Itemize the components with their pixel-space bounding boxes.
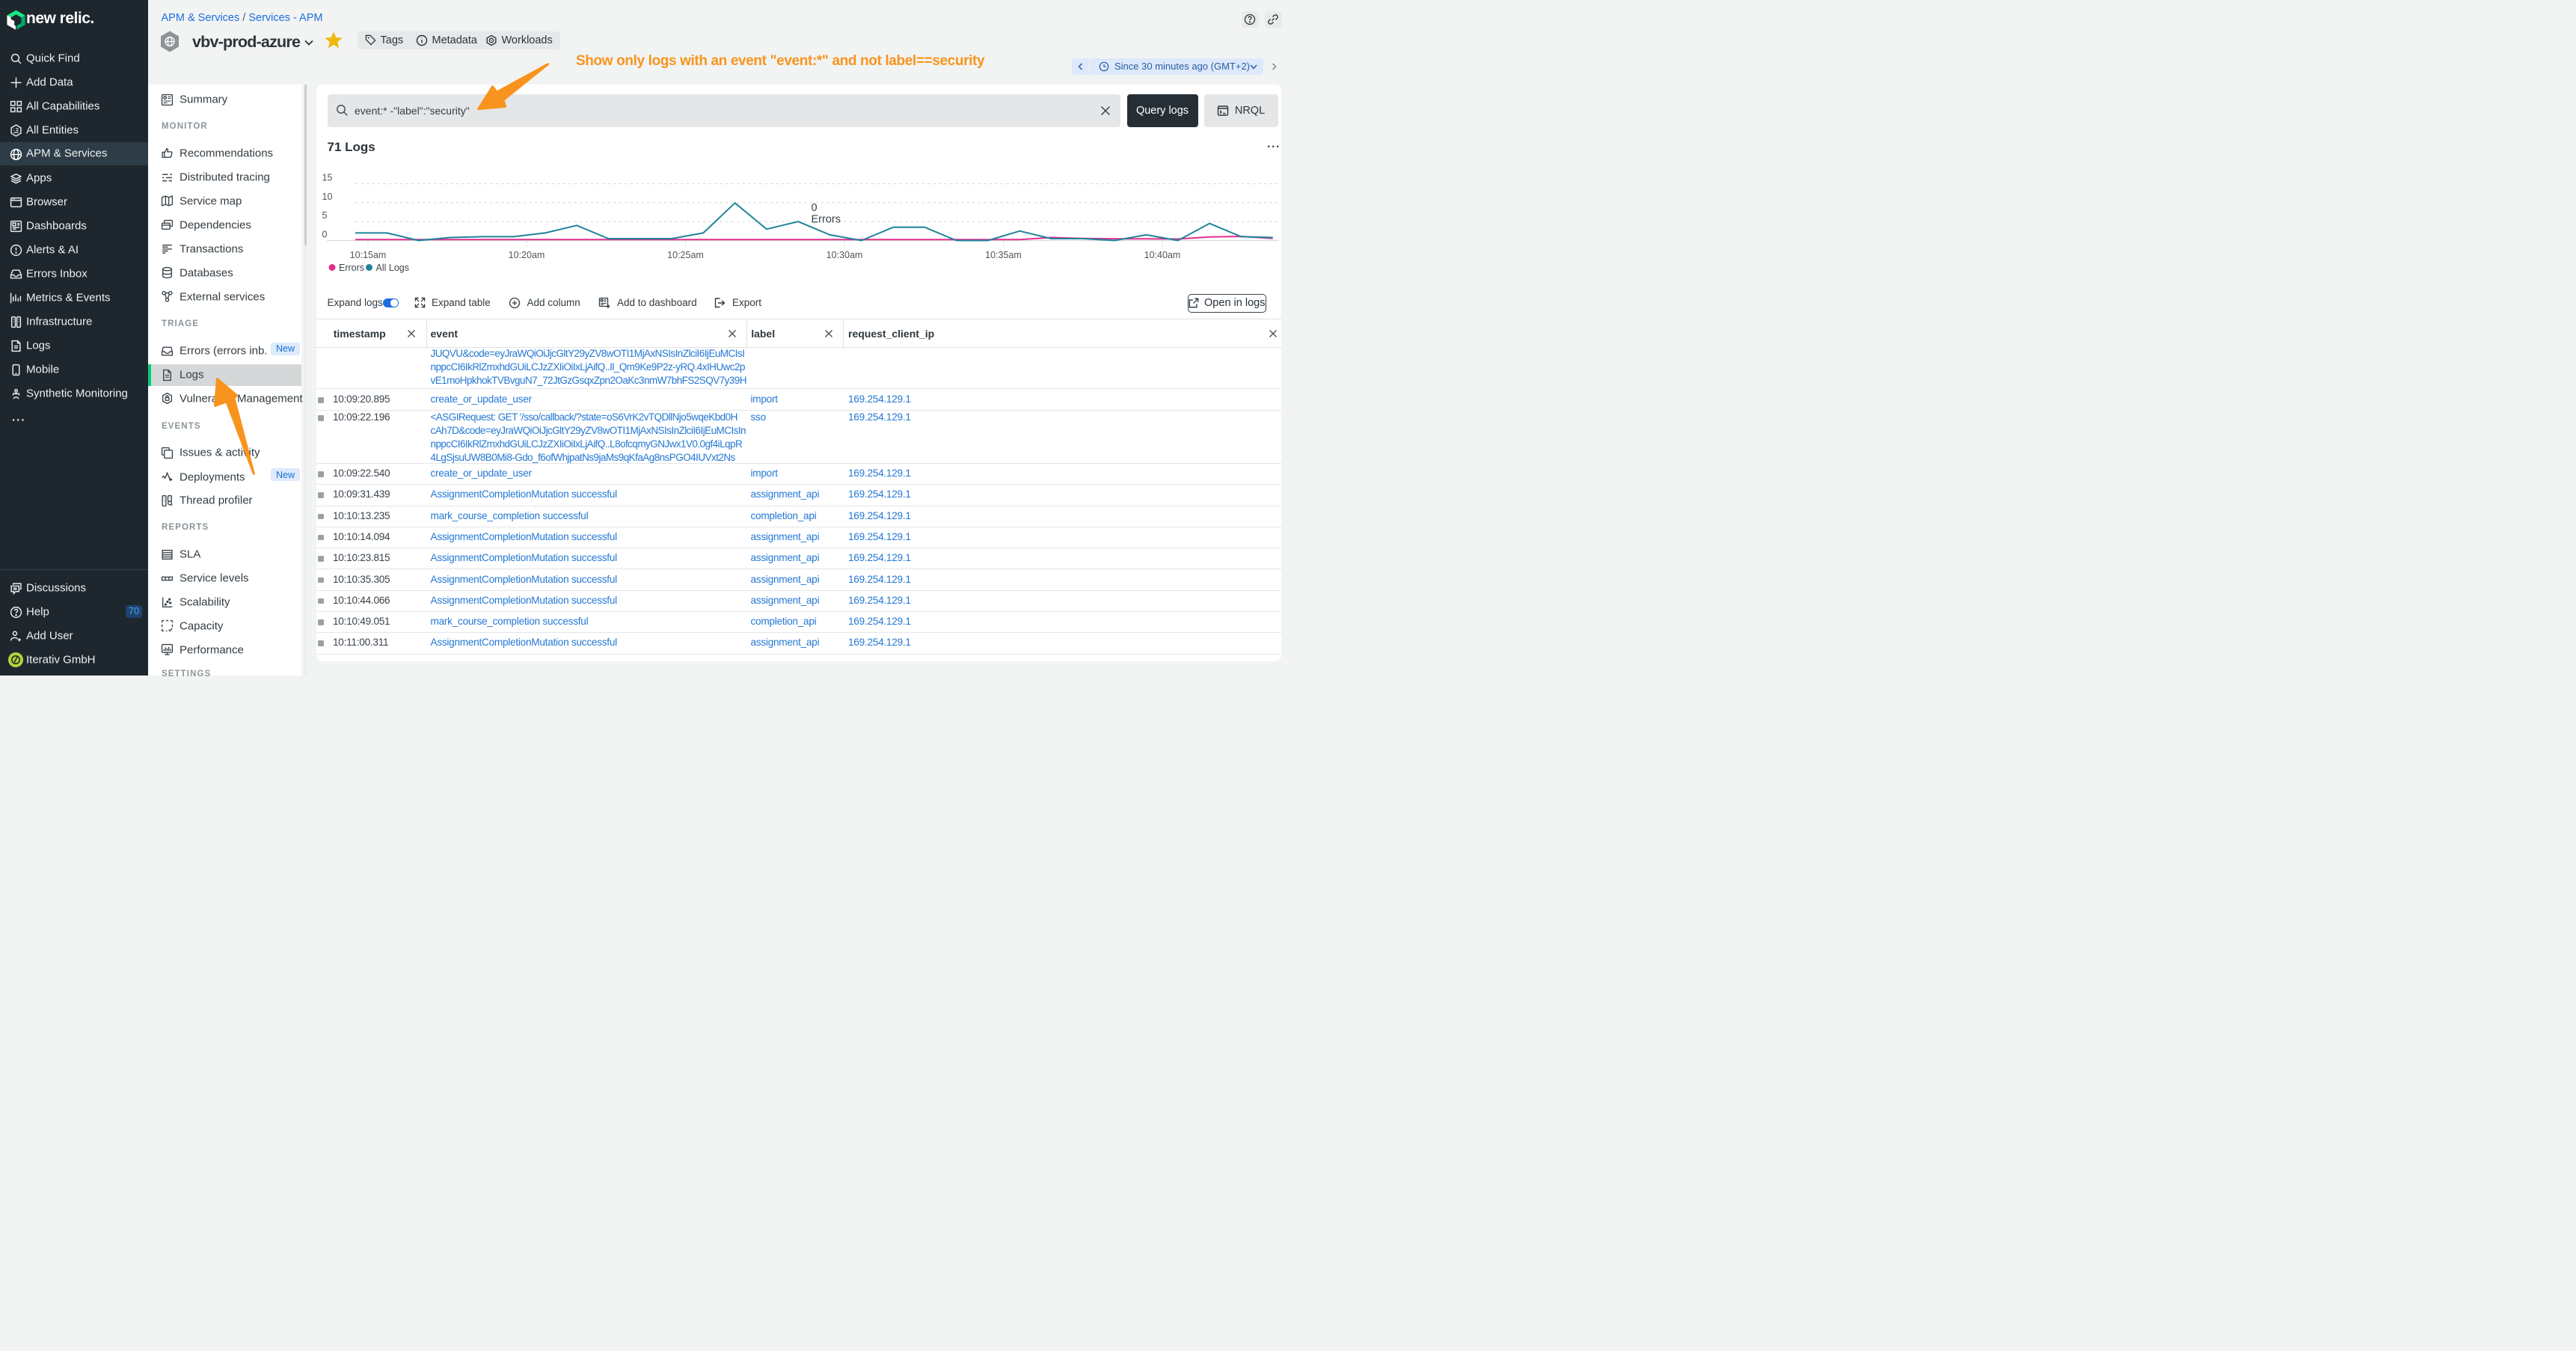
svg-text:10:35am: 10:35am — [985, 250, 1022, 260]
svg-text:10:25am: 10:25am — [667, 250, 704, 260]
svg-text:Errors: Errors — [812, 214, 841, 226]
svg-text:5: 5 — [322, 210, 328, 221]
svg-text:10:40am: 10:40am — [1144, 250, 1181, 260]
svg-text:10: 10 — [322, 192, 333, 202]
svg-text:All Logs: All Logs — [376, 263, 409, 273]
svg-text:10:30am: 10:30am — [827, 250, 863, 260]
svg-text:Errors: Errors — [339, 263, 364, 273]
svg-text:0: 0 — [322, 229, 328, 239]
svg-text:15: 15 — [322, 173, 333, 183]
svg-text:10:15am: 10:15am — [350, 250, 387, 260]
svg-text:10:20am: 10:20am — [509, 250, 545, 260]
svg-text:0: 0 — [812, 202, 818, 214]
